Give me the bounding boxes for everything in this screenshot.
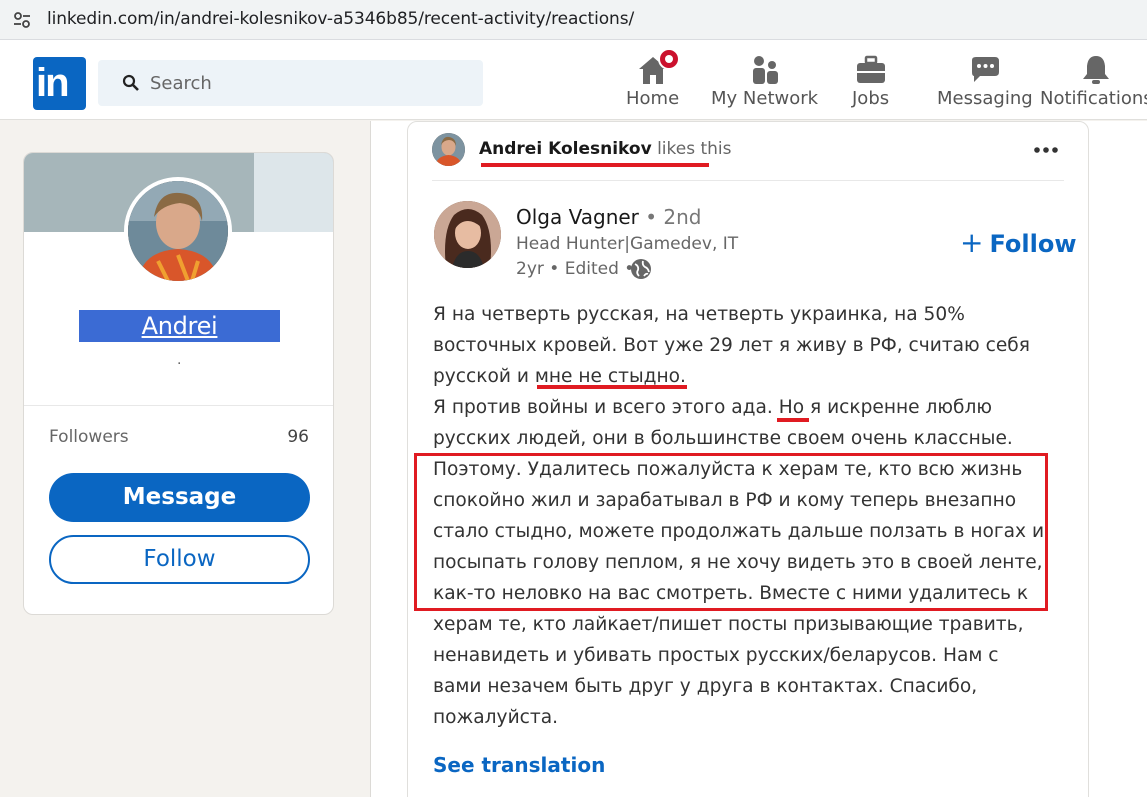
profile-card: Andrei Kolesnikov . Followers 96 Message… [23, 152, 334, 615]
plus-icon: + [960, 226, 984, 259]
globe-icon [631, 259, 651, 279]
post-line: русских людей, они в большинстве своем о… [433, 428, 1013, 449]
author-name-text[interactable]: Olga Vagner [516, 205, 639, 229]
post-line: Я на четверть русская, на четверть украи… [433, 304, 965, 325]
profile-name[interactable]: Andrei Kolesnikov [79, 310, 280, 372]
linkedin-logo[interactable]: in [33, 57, 86, 110]
network-icon [748, 54, 782, 86]
nav-messaging[interactable]: Messaging [937, 54, 1033, 109]
author-headline: Head Hunter|Gamedev, IT [516, 234, 739, 254]
post-line: вами незачем быть друг у друга в контакт… [433, 676, 978, 697]
post-divider [432, 180, 1064, 181]
nav-home-label: Home [626, 88, 680, 109]
search-input[interactable] [150, 60, 470, 106]
post-line: пожалуйста. [433, 707, 559, 728]
activity-verb: likes this [657, 139, 732, 159]
see-translation-link[interactable]: See translation [433, 753, 605, 777]
followers-label: Followers [49, 427, 129, 447]
nav-notifications[interactable]: Notifications [1040, 54, 1147, 109]
followers-count: 96 [287, 427, 309, 447]
logo-text: in [36, 61, 70, 105]
activity-header: Andrei Kolesnikov likes this [479, 139, 732, 159]
post-line: Я против войны и всего этого ада. Но я и… [433, 397, 993, 418]
home-icon [636, 48, 680, 86]
profile-follow-button[interactable]: Follow [49, 535, 310, 584]
url-text[interactable]: linkedin.com/in/andrei-kolesnikov-a5346b… [47, 9, 634, 29]
nav-home[interactable]: Home [626, 48, 680, 109]
author-avatar[interactable] [434, 201, 501, 268]
red-highlight-box-annotation [414, 453, 1048, 611]
post-meta: 2yr • Edited • [516, 259, 635, 279]
message-button[interactable]: Message [49, 473, 310, 522]
search-icon [122, 74, 139, 91]
notification-badge [657, 48, 680, 70]
profile-divider [24, 405, 333, 406]
post-line: ненавидеть и убивать простых русских/бел… [433, 645, 999, 666]
post-line: херам те, кто лайкает/пишет посты призыв… [433, 614, 1024, 635]
messaging-icon [968, 54, 1002, 86]
nav-jobs[interactable]: Jobs [852, 54, 889, 109]
briefcase-icon [854, 54, 888, 86]
browser-address-bar[interactable]: linkedin.com/in/andrei-kolesnikov-a5346b… [0, 0, 1147, 40]
site-settings-icon[interactable] [12, 10, 32, 30]
nav-jobs-label: Jobs [852, 88, 890, 109]
top-navigation: in Home My Network [0, 40, 1147, 120]
nav-my-network[interactable]: My Network [711, 54, 818, 109]
bell-icon [1079, 54, 1113, 86]
search-box[interactable] [98, 60, 483, 106]
nav-notifications-label: Notifications [1040, 88, 1147, 109]
profile-avatar[interactable] [124, 177, 232, 285]
red-underline-annotation [777, 418, 809, 422]
post-line: восточных кровей. Вот уже 29 лет я живу … [433, 335, 1030, 356]
author-degree: • 2nd [645, 205, 702, 229]
post-author-name[interactable]: Olga Vagner • 2nd [516, 205, 702, 229]
profile-cover-decoration [254, 153, 333, 232]
follow-label: Follow [989, 230, 1077, 258]
actor-avatar[interactable] [432, 133, 465, 166]
more-options-icon[interactable] [1032, 140, 1060, 160]
nav-messaging-label: Messaging [937, 88, 1033, 109]
post-line: русской и мне не стыдно. [433, 366, 686, 387]
red-underline-annotation [537, 385, 687, 389]
profile-headline: . [177, 351, 182, 368]
actor-name[interactable]: Andrei Kolesnikov [479, 139, 652, 159]
follow-author-button[interactable]: + Follow [960, 226, 1077, 259]
nav-my-network-label: My Network [711, 88, 819, 109]
red-underline-annotation [481, 163, 709, 167]
